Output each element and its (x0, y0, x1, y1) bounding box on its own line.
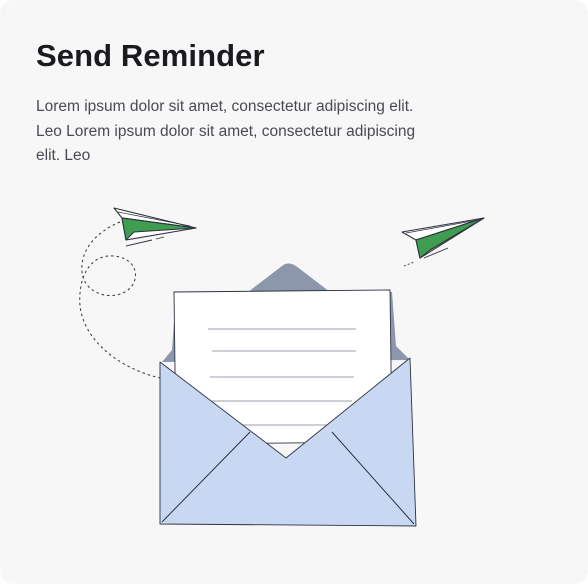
flight-path (79, 221, 161, 379)
paper-plane-icon (113, 207, 197, 247)
reminder-card: Send Reminder Lorem ipsum dolor sit amet… (0, 0, 588, 584)
envelope-icon (159, 263, 417, 527)
paper-plane-icon (401, 217, 485, 267)
send-reminder-illustration (79, 207, 485, 527)
